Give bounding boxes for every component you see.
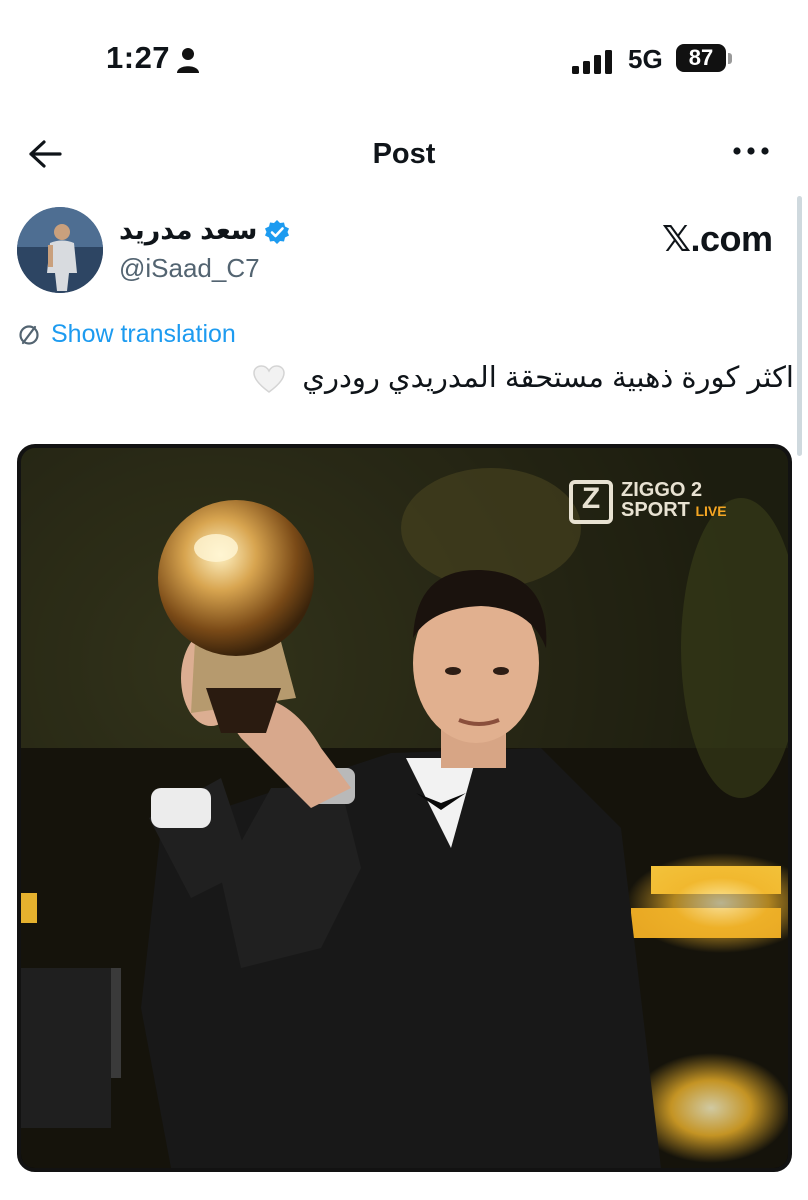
more-options-icon[interactable] [732, 144, 770, 158]
tweet-text: اكثر كورة ذهبية مستحقة المدريدي رودري [210, 358, 794, 398]
broadcaster-line1: ZIGGO 2 [621, 479, 703, 501]
scrollbar[interactable] [797, 196, 802, 456]
signal-icon [572, 50, 612, 74]
network-type: 5G [628, 44, 663, 74]
page-title: Post [372, 138, 436, 170]
translate-icon [19, 325, 39, 345]
broadcaster-live: LIVE [695, 503, 727, 519]
avatar[interactable] [17, 207, 103, 293]
broadcaster-logo: Z ZIGGO 2 SPORT LIVE [569, 480, 739, 540]
tweet-body: اكثر كورة ذهبية مستحقة المدريدي رودري [302, 362, 794, 394]
verified-badge-icon [265, 220, 289, 244]
broadcaster-line2: SPORT [621, 499, 690, 521]
white-heart-icon [253, 365, 285, 394]
award-photo [21, 448, 788, 1168]
status-time: 1:27 [106, 40, 171, 75]
source-watermark: 𝕏.com [662, 218, 773, 259]
author-display-name[interactable]: سعد مدريد [119, 215, 257, 246]
show-translation-label: Show translation [51, 320, 236, 348]
battery-level: 87 [688, 45, 714, 70]
author-handle[interactable]: @iSaad_C7 [119, 253, 260, 284]
person-icon [177, 48, 199, 73]
battery-icon: 87 [676, 44, 732, 74]
status-bar: 1:27 5G 87 [0, 0, 808, 120]
post-header: Post [0, 120, 808, 190]
post-image[interactable]: Z ZIGGO 2 SPORT LIVE [17, 444, 792, 1172]
